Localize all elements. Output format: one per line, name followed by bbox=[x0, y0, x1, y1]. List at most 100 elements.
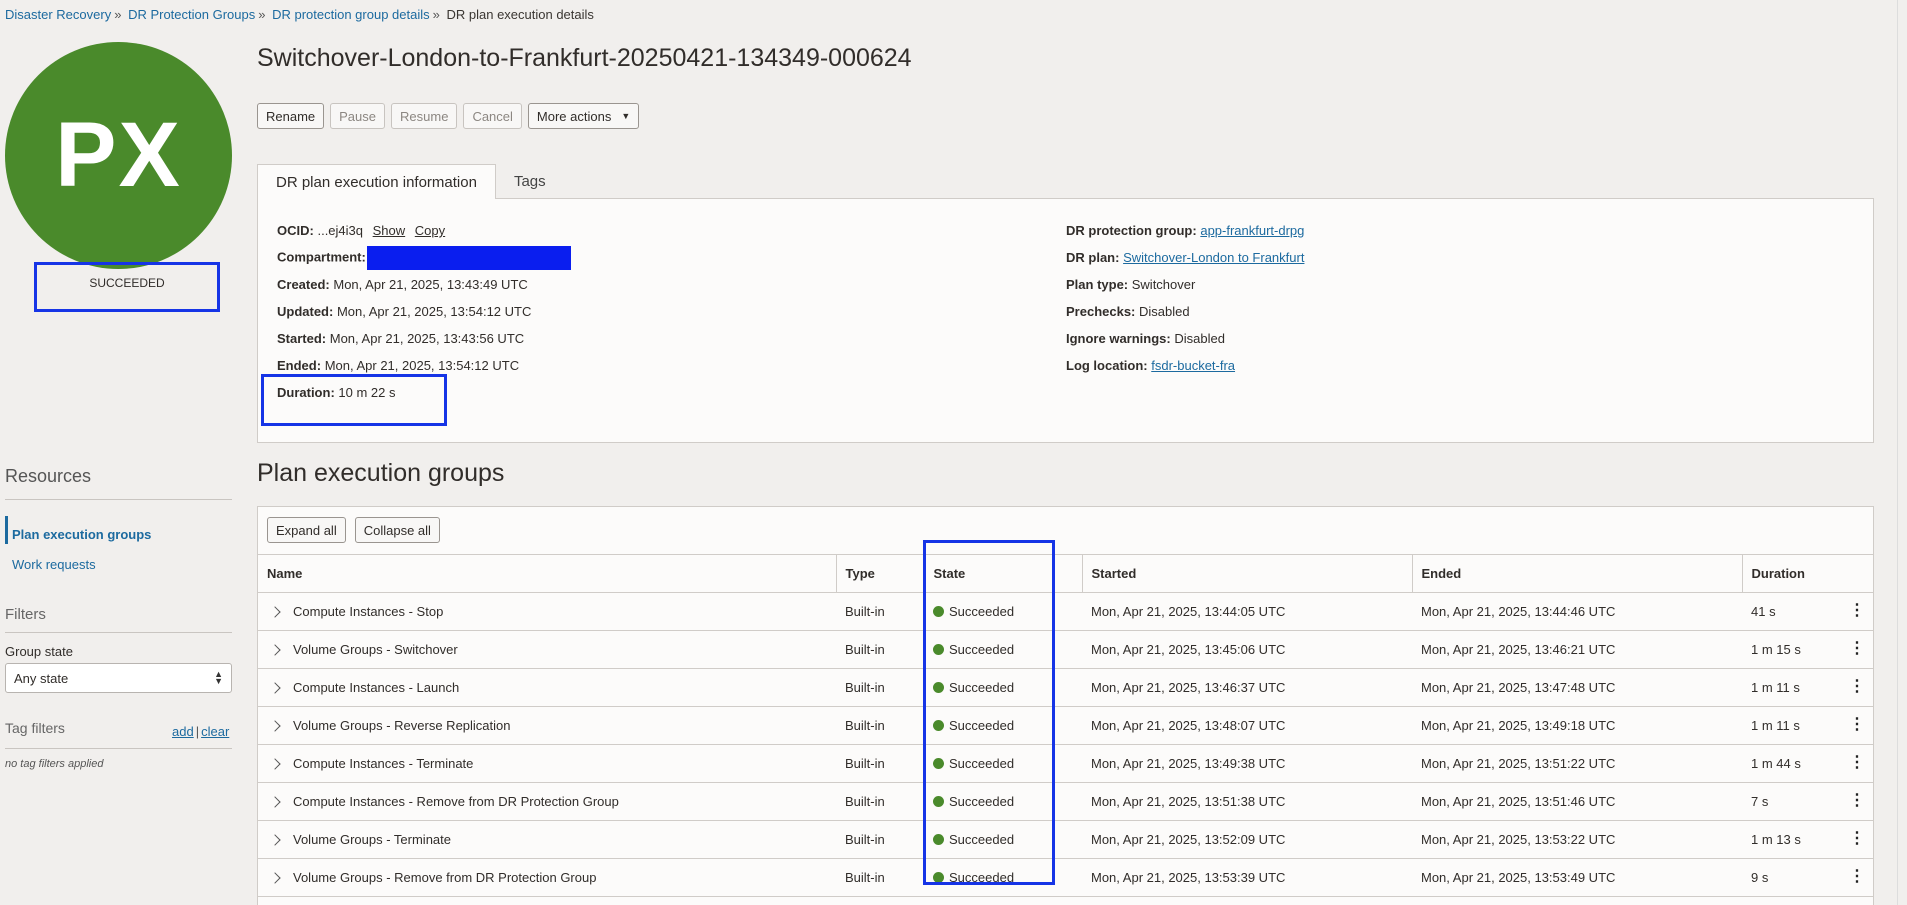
page-scrollbar[interactable] bbox=[1897, 0, 1907, 905]
dr-plan-link[interactable]: Switchover-London to Frankfurt bbox=[1123, 250, 1304, 265]
state-label: Succeeded bbox=[949, 680, 1015, 695]
filters-heading: Filters bbox=[5, 606, 46, 623]
state-label: Succeeded bbox=[949, 604, 1015, 619]
breadcrumb-separator: » bbox=[258, 7, 266, 22]
column-header-type[interactable]: Type bbox=[836, 554, 925, 593]
state-label: Succeeded bbox=[949, 870, 1015, 885]
log-location-link[interactable]: fsdr-bucket-fra bbox=[1151, 358, 1235, 373]
chevron-right-icon[interactable] bbox=[269, 795, 281, 808]
resource-link-work-requests[interactable]: Work requests bbox=[12, 557, 96, 572]
chevron-right-icon[interactable] bbox=[269, 681, 281, 694]
table-row[interactable]: Volume Groups - Reverse Replication Buil… bbox=[258, 706, 1873, 745]
group-name: Volume Groups - Switchover bbox=[293, 642, 458, 657]
drpg-label: DR protection group: bbox=[1066, 223, 1197, 238]
tab-tags[interactable]: Tags bbox=[496, 164, 564, 199]
breadcrumb-disaster-recovery[interactable]: Disaster Recovery bbox=[5, 7, 111, 22]
ocid-show-link[interactable]: Show bbox=[373, 223, 406, 238]
kebab-menu-icon[interactable]: ⋮ bbox=[1849, 641, 1865, 657]
cell-started: Mon, Apr 21, 2025, 13:49:38 UTC bbox=[1082, 744, 1412, 783]
duration-value: 41 s bbox=[1751, 604, 1776, 619]
cell-state: Succeeded bbox=[924, 592, 1082, 631]
chevron-right-icon[interactable] bbox=[269, 833, 281, 846]
status-dot-icon bbox=[933, 758, 944, 769]
table-row[interactable]: Compute Instances - Terminate Built-in S… bbox=[258, 744, 1873, 783]
compartment-row: Compartment: bbox=[277, 246, 571, 270]
no-tag-filters-text: no tag filters applied bbox=[5, 758, 104, 770]
cell-duration: 1 m 11 s ⋮ bbox=[1742, 706, 1873, 745]
column-header-ended[interactable]: Ended bbox=[1412, 554, 1743, 593]
created-row: Created: Mon, Apr 21, 2025, 13:43:49 UTC bbox=[277, 277, 528, 292]
table-row[interactable]: Volume Groups - Switchover Built-in Succ… bbox=[258, 630, 1873, 669]
table-row[interactable]: Compute Instances - Stop Built-in Succee… bbox=[258, 592, 1873, 631]
kebab-menu-icon[interactable]: ⋮ bbox=[1849, 755, 1865, 771]
more-actions-button[interactable]: More actions ▼ bbox=[527, 103, 640, 129]
group-name: Volume Groups - Terminate bbox=[293, 832, 451, 847]
column-header-started[interactable]: Started bbox=[1082, 554, 1413, 593]
cell-name: Volume Groups - Remove from DR Protectio… bbox=[258, 858, 836, 897]
kebab-menu-icon[interactable]: ⋮ bbox=[1849, 793, 1865, 809]
plan-execution-groups-table: Name Type State Started Ended Duration C… bbox=[258, 554, 1873, 897]
page-title: Switchover-London-to-Frankfurt-20250421-… bbox=[257, 44, 912, 72]
ignore-warnings-label: Ignore warnings: bbox=[1066, 331, 1171, 346]
updated-label: Updated: bbox=[277, 304, 334, 319]
table-row[interactable]: Compute Instances - Launch Built-in Succ… bbox=[258, 668, 1873, 707]
column-header-duration[interactable]: Duration bbox=[1742, 554, 1873, 593]
collapse-all-button[interactable]: Collapse all bbox=[354, 517, 440, 543]
compartment-redaction bbox=[366, 246, 571, 270]
rename-button[interactable]: Rename bbox=[257, 103, 325, 129]
duration-value: 1 m 44 s bbox=[1751, 756, 1801, 771]
action-toolbar: Rename Pause Resume Cancel More actions … bbox=[257, 103, 640, 129]
ocid-label: OCID: bbox=[277, 223, 314, 238]
group-state-select[interactable]: Any state ▲ ▼ bbox=[5, 663, 232, 693]
cell-state: Succeeded bbox=[924, 744, 1082, 783]
column-header-name[interactable]: Name bbox=[258, 554, 837, 593]
breadcrumb: Disaster Recovery» DR Protection Groups»… bbox=[5, 7, 594, 22]
cell-started: Mon, Apr 21, 2025, 13:46:37 UTC bbox=[1082, 668, 1412, 707]
table-row[interactable]: Volume Groups - Terminate Built-in Succe… bbox=[258, 820, 1873, 859]
column-header-state[interactable]: State bbox=[924, 554, 1083, 593]
status-dot-icon bbox=[933, 796, 944, 807]
table-row[interactable]: Compute Instances - Remove from DR Prote… bbox=[258, 782, 1873, 821]
drpg-link[interactable]: app-frankfurt-drpg bbox=[1200, 223, 1304, 238]
cancel-button[interactable]: Cancel bbox=[463, 103, 522, 129]
chevron-right-icon[interactable] bbox=[269, 871, 281, 884]
state-label: Succeeded bbox=[949, 794, 1015, 809]
kebab-menu-icon[interactable]: ⋮ bbox=[1849, 679, 1865, 695]
row-name-wrapper: Compute Instances - Stop bbox=[267, 604, 827, 619]
ocid-copy-link[interactable]: Copy bbox=[415, 223, 445, 238]
clear-tag-filter-link[interactable]: clear bbox=[201, 724, 229, 739]
chevron-right-icon[interactable] bbox=[269, 605, 281, 618]
chevron-right-icon[interactable] bbox=[269, 719, 281, 732]
row-name-wrapper: Volume Groups - Switchover bbox=[267, 642, 827, 657]
group-name: Compute Instances - Stop bbox=[293, 604, 444, 619]
kebab-menu-icon[interactable]: ⋮ bbox=[1849, 831, 1865, 847]
expand-all-button[interactable]: Expand all bbox=[267, 517, 346, 543]
ignore-warnings-value: Disabled bbox=[1174, 331, 1225, 346]
table-row[interactable]: Volume Groups - Remove from DR Protectio… bbox=[258, 858, 1873, 897]
cell-name: Volume Groups - Reverse Replication bbox=[258, 706, 836, 745]
cell-duration: 41 s ⋮ bbox=[1742, 592, 1873, 631]
kebab-menu-icon[interactable]: ⋮ bbox=[1849, 603, 1865, 619]
duration-value: 1 m 11 s bbox=[1751, 718, 1800, 733]
dr-plan-label: DR plan: bbox=[1066, 250, 1120, 265]
chevron-right-icon[interactable] bbox=[269, 643, 281, 656]
pause-button[interactable]: Pause bbox=[330, 103, 386, 129]
breadcrumb-dr-protection-groups[interactable]: DR Protection Groups bbox=[128, 7, 255, 22]
breadcrumb-separator: » bbox=[432, 7, 440, 22]
add-tag-filter-link[interactable]: add bbox=[172, 724, 194, 739]
group-name: Compute Instances - Launch bbox=[293, 680, 460, 695]
breadcrumb-dr-protection-group-details[interactable]: DR protection group details bbox=[272, 7, 430, 22]
drpg-row: DR protection group: app-frankfurt-drpg bbox=[1066, 223, 1304, 238]
tab-dr-plan-execution-information[interactable]: DR plan execution information bbox=[257, 164, 496, 199]
kebab-menu-icon[interactable]: ⋮ bbox=[1849, 869, 1865, 885]
status-dot-icon bbox=[933, 872, 944, 883]
duration-value: 7 s bbox=[1751, 794, 1769, 809]
chevron-right-icon[interactable] bbox=[269, 757, 281, 770]
kebab-menu-icon[interactable]: ⋮ bbox=[1849, 717, 1865, 733]
cell-duration: 1 m 13 s ⋮ bbox=[1742, 820, 1873, 859]
duration-highlight bbox=[261, 374, 447, 426]
resume-button[interactable]: Resume bbox=[391, 103, 458, 129]
resource-link-plan-execution-groups[interactable]: Plan execution groups bbox=[12, 527, 151, 542]
cell-type: Built-in bbox=[836, 820, 924, 859]
status-label: SUCCEEDED bbox=[89, 276, 165, 290]
